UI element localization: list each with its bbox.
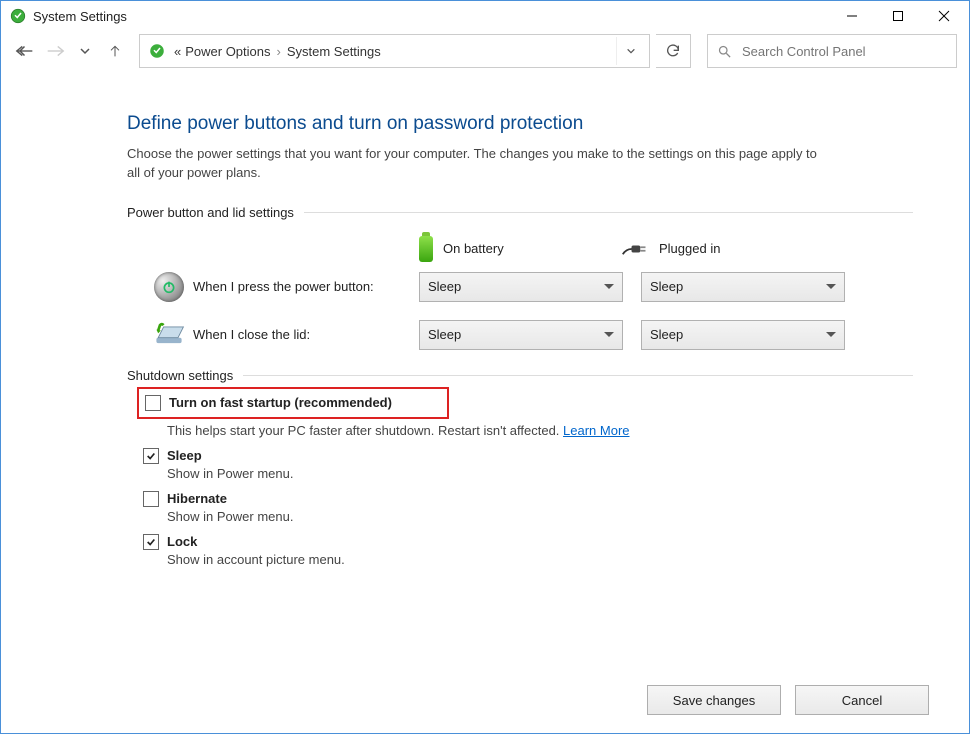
window-frame: System Settings bbox=[0, 0, 970, 734]
power-button-icon bbox=[154, 272, 184, 302]
recent-locations-button[interactable] bbox=[73, 39, 97, 63]
hibernate-checkbox[interactable] bbox=[143, 491, 159, 507]
chevron-down-icon bbox=[826, 332, 836, 337]
hibernate-desc: Show in Power menu. bbox=[167, 509, 913, 524]
refresh-button[interactable] bbox=[656, 34, 691, 68]
lid-icon bbox=[151, 321, 187, 349]
address-bar[interactable]: « Power Options › System Settings bbox=[139, 34, 650, 68]
row-lid: When I close the lid: Sleep Sleep bbox=[127, 320, 913, 350]
address-dropdown-button[interactable] bbox=[616, 37, 645, 65]
col-header-battery: On battery bbox=[443, 241, 504, 256]
chevron-down-icon bbox=[604, 284, 614, 289]
search-box[interactable] bbox=[707, 34, 957, 68]
maximize-button[interactable] bbox=[875, 1, 921, 31]
row-power-button: When I press the power button: Sleep Sle… bbox=[127, 272, 913, 302]
nav-row: « Power Options › System Settings bbox=[1, 31, 969, 71]
battery-icon bbox=[419, 236, 433, 262]
search-icon bbox=[708, 44, 740, 59]
cancel-button[interactable]: Cancel bbox=[795, 685, 929, 715]
dropdown-lid-plugged[interactable]: Sleep bbox=[641, 320, 845, 350]
fast-startup-highlight: Turn on fast startup (recommended) bbox=[137, 387, 449, 419]
lock-label: Lock bbox=[167, 534, 197, 549]
page-description: Choose the power settings that you want … bbox=[127, 145, 827, 183]
chevron-down-icon bbox=[826, 284, 836, 289]
breadcrumb-item-power-options[interactable]: Power Options bbox=[185, 44, 270, 59]
plug-icon bbox=[621, 240, 649, 258]
lock-desc: Show in account picture menu. bbox=[167, 552, 913, 567]
sleep-label: Sleep bbox=[167, 448, 202, 463]
window-title: System Settings bbox=[33, 9, 127, 24]
address-app-icon bbox=[148, 42, 166, 60]
learn-more-link[interactable]: Learn More bbox=[563, 423, 629, 438]
nav-forward-button[interactable] bbox=[43, 39, 67, 63]
save-button[interactable]: Save changes bbox=[647, 685, 781, 715]
column-headers: On battery Plugged in bbox=[127, 236, 913, 262]
titlebar: System Settings bbox=[1, 1, 969, 31]
page-title: Define power buttons and turn on passwor… bbox=[127, 113, 913, 135]
breadcrumb: « Power Options › System Settings bbox=[170, 44, 616, 59]
close-button[interactable] bbox=[921, 1, 967, 31]
dropdown-power-battery[interactable]: Sleep bbox=[419, 272, 623, 302]
breadcrumb-item-system-settings[interactable]: System Settings bbox=[287, 44, 381, 59]
power-section-label: Power button and lid settings bbox=[127, 205, 913, 220]
chevron-down-icon bbox=[604, 332, 614, 337]
dropdown-lid-battery[interactable]: Sleep bbox=[419, 320, 623, 350]
breadcrumb-prefix: « bbox=[174, 44, 181, 59]
shutdown-section-label: Shutdown settings bbox=[127, 368, 913, 383]
power-button-label: When I press the power button: bbox=[193, 279, 419, 294]
col-header-plugged: Plugged in bbox=[659, 241, 720, 256]
sleep-desc: Show in Power menu. bbox=[167, 466, 913, 481]
content-area: Define power buttons and turn on passwor… bbox=[1, 71, 969, 733]
app-icon bbox=[9, 7, 27, 25]
dropdown-power-plugged[interactable]: Sleep bbox=[641, 272, 845, 302]
fast-startup-label: Turn on fast startup (recommended) bbox=[169, 395, 392, 410]
fast-startup-checkbox[interactable] bbox=[145, 395, 161, 411]
minimize-button[interactable] bbox=[829, 1, 875, 31]
search-input[interactable] bbox=[740, 43, 956, 60]
nav-up-button[interactable] bbox=[103, 39, 127, 63]
bottom-bar: Save changes Cancel bbox=[647, 685, 929, 715]
nav-back-button[interactable] bbox=[13, 39, 37, 63]
chevron-right-icon: › bbox=[277, 44, 281, 59]
fast-startup-desc: This helps start your PC faster after sh… bbox=[167, 423, 563, 438]
lock-checkbox[interactable] bbox=[143, 534, 159, 550]
hibernate-label: Hibernate bbox=[167, 491, 227, 506]
sleep-checkbox[interactable] bbox=[143, 448, 159, 464]
lid-label: When I close the lid: bbox=[193, 327, 419, 342]
